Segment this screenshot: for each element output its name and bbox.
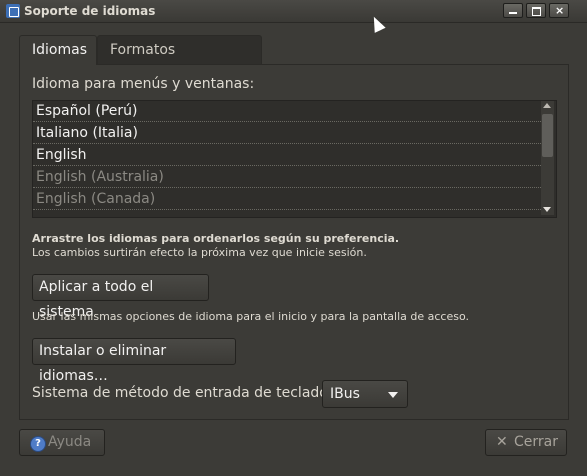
effect-note: Los cambios surtirán efecto la próxima v… — [32, 246, 367, 259]
chevron-down-icon — [388, 392, 398, 398]
keyboard-input-select[interactable]: IBus — [322, 380, 408, 408]
list-item[interactable]: English (Canada) — [33, 189, 543, 210]
install-remove-languages-button[interactable]: Instalar o eliminar idiomas… — [32, 338, 236, 384]
tab-idiomas[interactable]: Idiomas — [19, 35, 97, 65]
list-item[interactable]: Italiano (Italia) — [33, 123, 543, 144]
list-item[interactable]: Español (Perú) — [33, 101, 543, 122]
language-list-label: Idioma para menús y ventanas: — [32, 76, 255, 92]
app-icon — [6, 4, 20, 18]
window-title: Soporte de idiomas — [24, 4, 156, 18]
scroll-up-icon[interactable] — [543, 103, 551, 108]
list-item[interactable]: English (Australia) — [33, 167, 543, 188]
maximize-button[interactable] — [526, 3, 546, 18]
keyboard-input-label: Sistema de método de entrada de teclado: — [32, 385, 333, 401]
tab-formatos-regionales[interactable]: Formatos regionales — [97, 35, 262, 87]
list-item-partial[interactable] — [33, 211, 543, 217]
minimize-button[interactable] — [503, 3, 523, 18]
help-icon: ? — [30, 436, 46, 452]
help-label: Ayuda — [48, 434, 92, 450]
close-window-button[interactable]: × — [549, 3, 569, 18]
drag-hint: Arrastre los idiomas para ordenarlos seg… — [32, 232, 400, 245]
language-list-scrollbar[interactable] — [541, 101, 554, 215]
apply-note: Usar las mismas opciones de idioma para … — [32, 310, 470, 323]
apply-system-wide-button[interactable]: Aplicar a todo el sistema — [32, 274, 209, 320]
close-x-icon: ✕ — [496, 434, 508, 450]
language-support-window: Soporte de idiomas × Idiomas Formatos re… — [0, 0, 587, 476]
keyboard-input-value: IBus — [330, 386, 360, 402]
minimize-icon — [509, 12, 517, 14]
language-list[interactable]: Español (Perú) Italiano (Italia) English… — [32, 100, 557, 218]
close-label: Cerrar — [514, 434, 558, 450]
maximize-icon — [532, 7, 541, 16]
help-button[interactable]: ? Ayuda — [19, 429, 105, 456]
title-bar[interactable]: Soporte de idiomas × — [0, 0, 587, 23]
scrollbar-thumb[interactable] — [542, 114, 553, 157]
list-item[interactable]: English — [33, 145, 543, 166]
close-icon: × — [555, 4, 565, 17]
scroll-down-icon[interactable] — [543, 207, 551, 212]
close-button[interactable]: ✕ Cerrar — [485, 429, 567, 456]
